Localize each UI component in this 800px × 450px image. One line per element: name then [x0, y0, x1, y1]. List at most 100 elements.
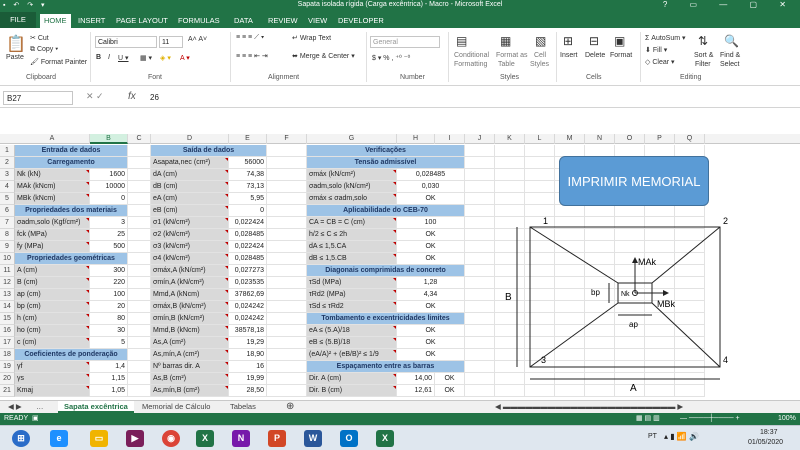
empty-cell[interactable]	[465, 301, 495, 313]
input-value[interactable]: 500	[90, 241, 128, 253]
output-value[interactable]: 18,90	[229, 349, 267, 361]
empty-cell[interactable]	[128, 385, 151, 397]
row-header-8[interactable]: 8	[0, 229, 15, 241]
input-value[interactable]: 1,15	[90, 373, 128, 385]
column-header-i[interactable]: I	[435, 134, 465, 144]
format-cells-icon[interactable]: ▣	[614, 34, 625, 48]
empty-cell[interactable]	[128, 337, 151, 349]
column-header-f[interactable]: F	[267, 134, 307, 144]
zoom-slider[interactable]: — ────┼──── +	[680, 413, 740, 425]
input-value[interactable]: 1,4	[90, 361, 128, 373]
row-header-13[interactable]: 13	[0, 289, 15, 301]
empty-cell[interactable]	[128, 157, 151, 169]
empty-cell[interactable]	[465, 385, 495, 397]
find-select-icon[interactable]: 🔍	[724, 34, 739, 48]
delete-cells-button[interactable]: Delete	[585, 52, 605, 59]
output-value[interactable]: 0,022424	[229, 241, 267, 253]
verif-value[interactable]: OK	[397, 253, 465, 265]
empty-cell[interactable]	[465, 277, 495, 289]
tab-formulas[interactable]: FORMULAS	[178, 14, 220, 28]
column-header-l[interactable]: L	[525, 134, 555, 144]
outlook-icon[interactable]: O	[340, 430, 358, 447]
empty-cell[interactable]	[267, 253, 307, 265]
empty-cell[interactable]	[128, 277, 151, 289]
empty-cell[interactable]	[267, 349, 307, 361]
cell-styles-label[interactable]: Cell	[534, 52, 546, 59]
row-header-6[interactable]: 6	[0, 205, 15, 217]
sheet-tab-sapata[interactable]: Sapata excêntrica	[58, 401, 134, 413]
empty-cell[interactable]	[267, 289, 307, 301]
output-value[interactable]: 0,024242	[229, 313, 267, 325]
row-header-16[interactable]: 16	[0, 325, 15, 337]
empty-cell[interactable]	[465, 181, 495, 193]
row-header-10[interactable]: 10	[0, 253, 15, 265]
input-value[interactable]: 25	[90, 229, 128, 241]
output-value[interactable]: 19,29	[229, 337, 267, 349]
empty-cell[interactable]	[128, 229, 151, 241]
format-cells-button[interactable]: Format	[610, 52, 632, 59]
verif-value[interactable]: OK	[397, 241, 465, 253]
input-value[interactable]: 100	[90, 289, 128, 301]
column-header-a[interactable]: A	[15, 134, 90, 144]
column-header-j[interactable]: J	[465, 134, 495, 144]
empty-cell[interactable]	[465, 217, 495, 229]
empty-cell[interactable]	[128, 253, 151, 265]
font-color-icon[interactable]: A ▾	[180, 54, 190, 62]
format-table-icon[interactable]: ▦	[500, 34, 511, 48]
row-header-9[interactable]: 9	[0, 241, 15, 253]
excel-active-icon[interactable]: X	[376, 430, 394, 447]
verif-value[interactable]: 100	[397, 217, 465, 229]
tray-icons[interactable]: ▴ ▮ 📶 🔊	[664, 432, 699, 441]
verif-value[interactable]: OK	[397, 229, 465, 241]
align-left-icons[interactable]: ≡ ≡ ≡ ⇤ ⇥	[236, 52, 268, 60]
verif-status[interactable]: OK	[435, 373, 465, 385]
output-value[interactable]: 0,028485	[229, 253, 267, 265]
empty-cell[interactable]	[495, 157, 525, 169]
verif-value[interactable]: OK	[397, 301, 465, 313]
row-header-4[interactable]: 4	[0, 181, 15, 193]
output-value[interactable]: 74,38	[229, 169, 267, 181]
column-header-g[interactable]: G	[307, 134, 397, 144]
chrome-icon[interactable]: ◉	[162, 430, 180, 447]
verif-value[interactable]: 0,030	[397, 181, 465, 193]
empty-cell[interactable]	[465, 361, 495, 373]
empty-cell[interactable]	[465, 229, 495, 241]
tab-home[interactable]: HOME	[40, 14, 71, 28]
empty-cell[interactable]	[465, 241, 495, 253]
input-value[interactable]: 5	[90, 337, 128, 349]
empty-cell[interactable]	[267, 229, 307, 241]
language-indicator[interactable]: PT	[648, 433, 657, 440]
column-header-c[interactable]: C	[128, 134, 151, 144]
output-value[interactable]: 5,95	[229, 193, 267, 205]
input-value[interactable]: 0	[90, 193, 128, 205]
empty-cell[interactable]	[465, 253, 495, 265]
font-grow-icon[interactable]: A˄ A˅	[188, 36, 207, 43]
empty-cell[interactable]	[267, 193, 307, 205]
cell-styles-icon[interactable]: ▧	[535, 34, 546, 48]
empty-cell[interactable]	[267, 361, 307, 373]
empty-cell[interactable]	[128, 313, 151, 325]
sort-filter-icon[interactable]: ⇅	[698, 34, 708, 48]
tab-file[interactable]: FILE	[0, 12, 36, 28]
empty-cell[interactable]	[525, 145, 555, 157]
input-value[interactable]: 10000	[90, 181, 128, 193]
number-format-select[interactable]: General	[370, 36, 440, 48]
empty-cell[interactable]	[267, 241, 307, 253]
onenote-icon[interactable]: N	[232, 430, 250, 447]
sheet-nav-arrows[interactable]: ◀ ▶	[8, 401, 22, 413]
output-value[interactable]: 0,024242	[229, 301, 267, 313]
row-header-15[interactable]: 15	[0, 313, 15, 325]
empty-cell[interactable]	[267, 157, 307, 169]
row-header-7[interactable]: 7	[0, 217, 15, 229]
row-header-3[interactable]: 3	[0, 169, 15, 181]
empty-cell[interactable]	[267, 217, 307, 229]
output-value[interactable]: 0,027273	[229, 265, 267, 277]
bold-button[interactable]: B	[96, 54, 101, 61]
output-value[interactable]: 37862,69	[229, 289, 267, 301]
output-value[interactable]: 0,023535	[229, 277, 267, 289]
empty-cell[interactable]	[267, 205, 307, 217]
row-header-18[interactable]: 18	[0, 349, 15, 361]
tab-page-layout[interactable]: PAGE LAYOUT	[116, 14, 168, 28]
empty-cell[interactable]	[525, 181, 555, 193]
empty-cell[interactable]	[465, 205, 495, 217]
